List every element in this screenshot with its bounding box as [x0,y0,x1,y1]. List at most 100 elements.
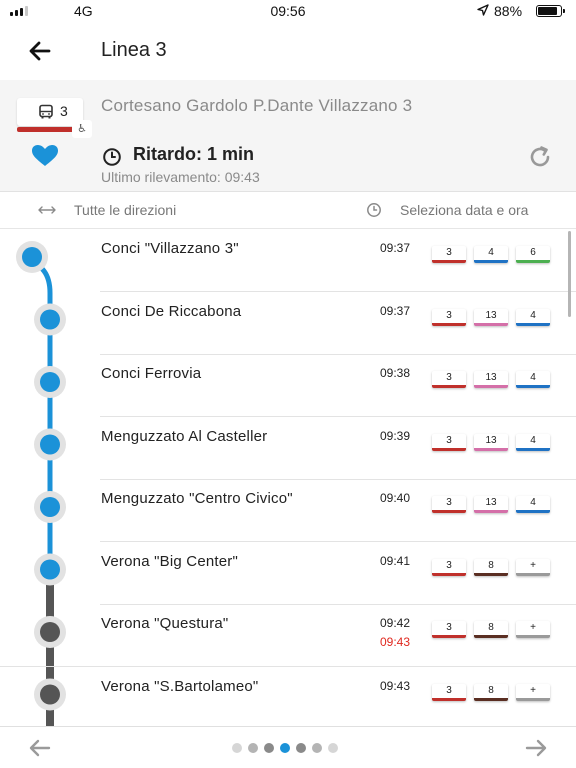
bus-icon [39,104,53,119]
back-button[interactable] [24,35,56,67]
scheduled-time: 09:41 [380,553,411,568]
direction-filter[interactable]: Tutte le direzioni [38,193,176,227]
line-chip[interactable]: 13 [474,433,508,451]
date-time-selector[interactable]: Seleziona data e ora [366,193,528,227]
battery-fill [538,7,558,15]
line-chip[interactable]: 3 [432,558,466,576]
bottom-pager [0,726,576,768]
connecting-lines: 3 13 4 [432,371,550,388]
line-chip[interactable]: 3 [432,308,466,326]
app-bar: Linea 3 [0,22,576,80]
route-number: 3 [60,103,68,119]
location-arrow-icon [477,4,489,19]
scheduled-time: 09:39 [380,428,411,443]
connecting-lines: 346 [432,246,550,263]
scrollbar[interactable] [568,231,571,317]
line-chip[interactable]: 13 [474,308,508,326]
direction-filter-label: Tutte le direzioni [74,202,177,218]
line-chip[interactable]: 3 [432,246,466,263]
scheduled-time: 09:42 [380,616,411,630]
more-lines-chip[interactable]: + [516,621,550,638]
line-chip[interactable]: 3 [432,683,466,701]
page-dot[interactable] [264,743,274,753]
line-chip[interactable]: 8 [474,558,508,576]
horizontal-arrows-icon [38,206,56,214]
line-chip[interactable]: 3 [432,371,466,388]
refresh-icon [530,146,550,167]
line-chip[interactable]: 13 [474,371,508,388]
battery-percent: 88% [494,3,523,19]
stop-row[interactable]: Verona "S.Bartolameo" 09:43 3 8 + [0,668,576,727]
line-chip[interactable]: 8 [474,621,508,638]
more-lines-chip[interactable]: + [516,683,550,701]
page-dot-active[interactable] [280,743,290,753]
refresh-button[interactable] [527,144,553,175]
filter-bar: Tutte le direzioni Seleziona data e ora [0,193,576,229]
heart-icon [32,145,58,166]
previous-trip-button[interactable] [28,737,52,764]
connecting-lines: 3 8 + [432,621,550,638]
stop-row[interactable]: Conci "Villazzano 3" 09:37 3 4 6 [0,230,576,292]
connecting-lines: 3 8 + [432,683,550,701]
stop-name: Menguzzato "Centro Civico" [101,490,293,507]
line-chip[interactable]: 4 [516,433,550,451]
page-dot[interactable] [248,743,258,753]
stop-row[interactable]: Menguzzato "Centro Civico" 09:40 3 13 4 [0,480,576,542]
line-chip[interactable]: 4 [516,496,550,513]
line-chip[interactable]: 13 [474,496,508,513]
line-chip[interactable]: 3 [432,496,466,513]
route-headsign: Cortesano Gardolo P.Dante Villazzano 3 [101,96,413,115]
arrow-right-icon [525,739,547,757]
battery-icon [536,5,565,17]
date-time-label: Seleziona data e ora [400,202,529,218]
stop-row[interactable]: Conci De Riccabona 09:37 3 13 4 [0,293,576,355]
last-update-time: Ultimo rilevamento: 09:43 [101,169,260,185]
clock-icon [103,148,121,166]
page-indicator [232,743,338,753]
stop-name: Verona "Questura" [101,615,229,632]
line-chip[interactable]: 4 [474,246,508,263]
more-lines-chip[interactable]: + [516,558,550,576]
line-chip[interactable]: 8 [474,683,508,701]
clock-icon [367,203,381,217]
realtime-time: 09:43 [380,635,411,649]
line-chip[interactable]: 4 [516,308,550,326]
stop-name: Verona "Big Center" [101,552,239,570]
stops-list[interactable]: Conci "Villazzano 3" 09:37 3 4 6 Conci De Ric… [0,230,576,726]
stop-name: Menguzzato Al Casteller [101,427,268,445]
wheelchair-icon: ♿ [72,120,92,138]
route-header: 3 ♿ Cortesano Gardolo P.Dante Villazzano… [0,80,576,192]
connecting-lines: 3 13 4 [432,308,550,326]
scheduled-time: 09:38 [380,366,411,380]
scheduled-time: 09:40 [380,491,411,505]
page-dot[interactable] [232,743,242,753]
stop-name: Conci De Riccabona [101,302,242,320]
connecting-lines: 3 8 + [432,558,550,576]
connecting-lines: 3 13 4 [432,496,550,513]
scheduled-time: 09:37 [380,241,411,255]
next-trip-button[interactable] [524,737,548,764]
line-chip[interactable]: 3 [432,433,466,451]
stop-row[interactable]: Verona "Questura" 09:42 09:43 3 8 + [0,605,576,667]
line-chip[interactable]: 4 [516,371,550,388]
connecting-lines: 3 13 4 [432,433,550,451]
stop-row[interactable]: Verona "Big Center" 09:41 3 8 + [0,543,576,605]
delay-status: Ritardo: 1 min [133,144,255,164]
arrow-left-icon [29,739,51,757]
arrow-left-icon [29,41,51,61]
stop-row[interactable]: Menguzzato Al Casteller 09:39 3 13 4 [0,418,576,480]
page-dot[interactable] [328,743,338,753]
page-dot[interactable] [296,743,306,753]
page-dot[interactable] [312,743,322,753]
stop-name: Verona "S.Bartolameo" [101,677,259,695]
status-bar: 4G 09:56 88% [0,0,576,22]
scheduled-time: 09:37 [380,303,411,318]
stop-name: Conci "Villazzano 3" [101,240,239,257]
scheduled-time: 09:43 [380,678,411,693]
status-time: 09:56 [270,3,306,19]
favorite-button[interactable] [31,144,59,173]
stop-name: Conci Ferrovia [101,365,202,382]
line-chip[interactable]: 3 [432,621,466,638]
stop-row[interactable]: Conci Ferrovia 09:38 3 13 4 [0,355,576,417]
line-chip[interactable]: 6 [516,246,550,263]
